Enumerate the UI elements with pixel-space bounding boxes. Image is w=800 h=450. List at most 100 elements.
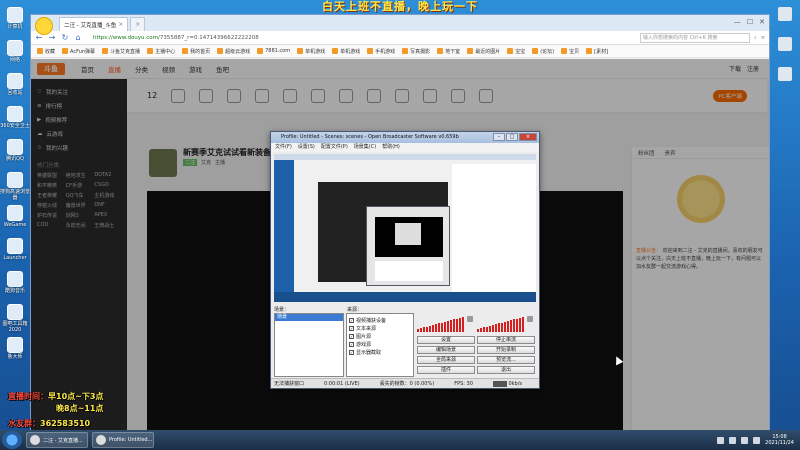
desktop-icon-360[interactable]: 360安全卫士 <box>0 103 30 136</box>
category-item[interactable]: 炉石传说 <box>37 212 64 219</box>
category-item[interactable]: 剑网3 <box>66 212 93 219</box>
bookmark-item[interactable]: 7881.com <box>257 48 290 54</box>
game-icon[interactable] <box>227 88 242 103</box>
bookmark-item[interactable]: 超级云游戏 <box>217 48 250 55</box>
volume-icon[interactable] <box>741 436 749 444</box>
source-item[interactable]: ✓ 游戏源 <box>349 340 411 348</box>
desktop-icon-launcher[interactable]: Launcher <box>0 235 30 268</box>
category-item[interactable]: 绝地求生 <box>66 172 93 179</box>
tab-vip[interactable]: 贵宾 <box>665 149 676 157</box>
bookmark-item[interactable]: 写真摄影 <box>402 48 430 55</box>
chat-icon[interactable] <box>283 88 298 103</box>
bookmark-item[interactable]: 单机游戏 <box>332 48 360 55</box>
minimize-icon[interactable]: – <box>493 133 505 141</box>
list-icon[interactable] <box>423 88 438 103</box>
maximize-icon[interactable]: □ <box>506 133 518 141</box>
checkbox[interactable]: ✓ <box>349 341 354 347</box>
menu-settings[interactable]: 设置(S) <box>298 143 315 152</box>
sidebar-item-interest[interactable]: ☆ 我的兴趣 <box>37 141 121 155</box>
exit-button[interactable]: 退出 <box>477 366 535 374</box>
mobile-icon[interactable] <box>311 88 326 103</box>
nav-item-category[interactable]: 分类 <box>135 64 148 74</box>
stop-stream-button[interactable]: 停止串流 <box>477 336 535 344</box>
nav-item-games[interactable]: 游戏 <box>189 64 202 74</box>
source-item[interactable]: ✓ 图片源 <box>349 332 411 340</box>
menu-help[interactable]: 帮助(H) <box>382 143 400 152</box>
download-link[interactable]: 下载 <box>729 64 741 73</box>
obs-preview[interactable] <box>274 154 536 302</box>
sidebar-item-video[interactable]: ▶ 视频推荐 <box>37 113 121 127</box>
tab-douyu[interactable]: 二汪 - 艾克直播_斗鱼 × <box>59 17 129 31</box>
checkbox[interactable]: ✓ <box>349 349 354 355</box>
source-item[interactable]: ✓ 显示器截取 <box>349 348 411 356</box>
category-item[interactable]: APEX <box>94 212 121 219</box>
nav-item-fishbar[interactable]: 鱼吧 <box>216 64 229 74</box>
bookmark-item[interactable]: 最近的图片 <box>467 48 500 55</box>
sidebar-item-cloud[interactable]: ☁ 云游戏 <box>37 127 121 141</box>
menu-profile[interactable]: 配置文件(P) <box>321 143 348 152</box>
bookmark-item[interactable]: 我的首页 <box>182 48 210 55</box>
taskbar-item-obs[interactable]: Profile: Untitled... <box>92 432 154 448</box>
settings-button[interactable]: 设置 <box>417 336 475 344</box>
bookmark-item[interactable]: 宝宝 <box>507 48 525 55</box>
refresh-icon[interactable]: ↻ <box>61 33 69 42</box>
desktop-icon-sogou[interactable]: 搜狗高速浏览器 <box>0 169 30 202</box>
category-item[interactable]: 王牌战士 <box>94 222 121 229</box>
app-icon[interactable] <box>778 67 792 81</box>
sidebar-item-follow[interactable]: ♡ 我的关注 <box>37 85 121 99</box>
category-item[interactable]: DOTA2 <box>94 172 121 179</box>
nav-item-live[interactable]: 直播 <box>108 64 121 74</box>
tab-new[interactable]: × <box>130 17 146 31</box>
category-item[interactable]: 主机游戏 <box>94 192 121 199</box>
checkbox[interactable]: ✓ <box>349 317 354 323</box>
sources-list[interactable]: ✓ 视频捕获设备 ✓ 文本来源 ✓ 图片源 ✓ 游戏源 ✓ 显示器截取 <box>346 313 414 377</box>
tray-icon[interactable] <box>717 436 725 444</box>
bookmark-item[interactable]: 斗鱼艾克直播 <box>102 48 140 55</box>
desktop-icon-qq[interactable]: 腾讯QQ <box>0 136 30 169</box>
home-icon[interactable]: ⌂ <box>74 33 82 42</box>
menu-file[interactable]: 文件(F) <box>275 143 292 152</box>
scenes-list[interactable]: 场景 <box>274 313 344 377</box>
bookmark-item[interactable]: 手机游戏 <box>367 48 395 55</box>
desktop-icon-wegame[interactable]: WeGame <box>0 202 30 235</box>
register-link[interactable]: 注册 <box>747 64 759 73</box>
plugins-button[interactable]: 插件 <box>417 366 475 374</box>
desktop-volume-icon[interactable] <box>527 316 533 322</box>
network-icon[interactable] <box>729 436 737 444</box>
photo-icon[interactable] <box>395 88 410 103</box>
close-tab-icon[interactable]: × <box>118 21 123 28</box>
desktop-icon-network[interactable]: 网络 <box>0 37 30 70</box>
minimize-icon[interactable]: — <box>734 18 741 26</box>
desktop-icon-ludashi[interactable]: 鲁大师 <box>0 334 30 367</box>
bookmark-item[interactable]: 主播中心 <box>147 48 175 55</box>
bookmark-item[interactable]: AcFun弹幕 <box>62 48 95 55</box>
search-icon[interactable]: ⌕ <box>754 35 757 41</box>
bookmark-item[interactable]: [素材] <box>586 48 608 55</box>
input-method-icon[interactable] <box>753 436 761 444</box>
edit-scene-button[interactable]: 编辑场景 <box>417 346 475 354</box>
app-icon[interactable] <box>778 37 792 51</box>
user-icon[interactable] <box>479 88 494 103</box>
mic-volume-icon[interactable] <box>467 316 473 322</box>
ticket-icon[interactable] <box>255 88 270 103</box>
streamer-avatar[interactable] <box>149 149 177 177</box>
global-sources-button[interactable]: 全局来源 <box>417 356 475 364</box>
category-item[interactable]: 王者荣耀 <box>37 192 64 199</box>
cart-icon[interactable] <box>367 88 382 103</box>
category-item[interactable]: CSGO <box>94 182 121 189</box>
wave-icon[interactable] <box>199 88 214 103</box>
room-tag[interactable]: 主播 <box>215 159 225 166</box>
close-icon[interactable]: ✕ <box>759 18 765 26</box>
nav-item-home[interactable]: 首页 <box>81 64 94 74</box>
bookmark-item[interactable]: (论坛) <box>532 48 554 55</box>
taskbar-item-browser[interactable]: 二汪 - 艾克直播... <box>26 432 88 448</box>
gift-icon[interactable] <box>171 88 186 103</box>
close-icon[interactable]: × <box>519 133 537 141</box>
category-item[interactable]: DNF <box>94 202 121 209</box>
category-item[interactable]: 英雄联盟 <box>37 172 64 179</box>
category-item[interactable]: QQ飞车 <box>66 192 93 199</box>
category-item[interactable]: COD <box>37 222 64 229</box>
scene-item[interactable]: 场景 <box>275 314 343 321</box>
close-tab-icon[interactable]: × <box>135 21 140 28</box>
bookmark-item[interactable]: 宝贝 <box>561 48 579 55</box>
